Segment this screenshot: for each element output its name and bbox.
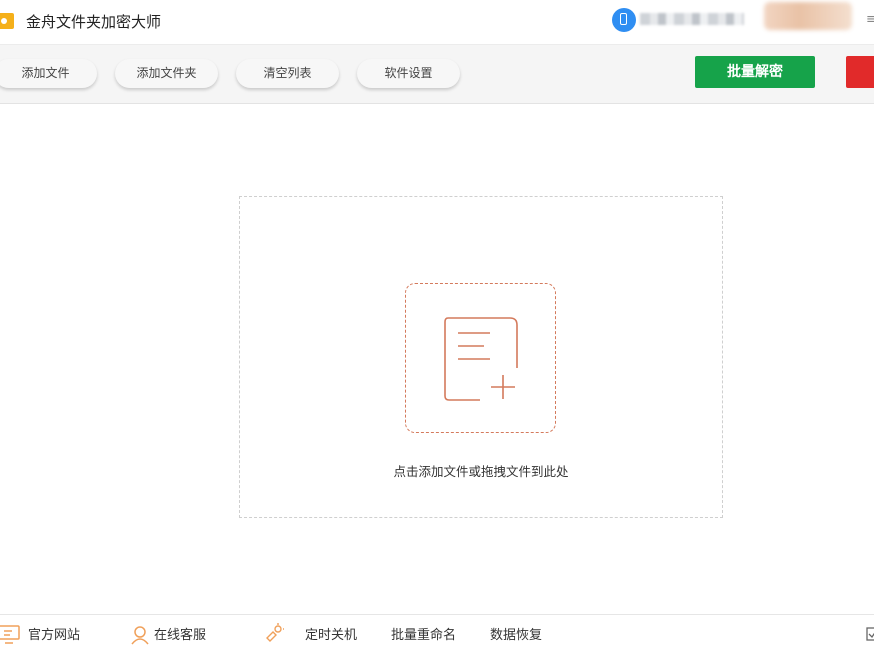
- phone-icon[interactable]: [612, 8, 636, 32]
- add-folder-button[interactable]: 添加文件夹: [115, 59, 218, 88]
- clock-icon: [266, 623, 284, 642]
- drop-hint-text: 点击添加文件或拖拽文件到此处: [393, 464, 569, 479]
- feedback-icon[interactable]: [866, 627, 874, 641]
- settings-button[interactable]: 软件设置: [357, 59, 460, 88]
- official-website-link[interactable]: 官方网站: [28, 627, 80, 645]
- add-file-button[interactable]: 添加文件: [0, 59, 97, 88]
- app-logo-icon: [0, 13, 14, 29]
- person-icon: [131, 626, 149, 645]
- menu-icon[interactable]: ≡: [866, 12, 874, 27]
- footer-bar: 官方网站 在线客服 定时关机 批量重命名 数据恢复: [0, 614, 874, 657]
- data-recovery-link[interactable]: 数据恢复: [490, 627, 542, 645]
- account-info-blurred: [640, 13, 744, 25]
- app-title: 金舟文件夹加密大师: [26, 13, 162, 31]
- batch-decrypt-button[interactable]: 批量解密: [695, 56, 815, 88]
- batch-rename-link[interactable]: 批量重命名: [391, 627, 456, 645]
- toolbar: 添加文件 添加文件夹 清空列表 软件设置 批量解密: [0, 45, 874, 104]
- user-avatar-blurred[interactable]: [764, 2, 852, 30]
- monitor-icon: [0, 625, 20, 644]
- batch-encrypt-button[interactable]: [846, 56, 874, 88]
- add-file-icon[interactable]: [444, 316, 520, 406]
- title-bar: 金舟文件夹加密大师 ≡: [0, 0, 874, 45]
- clear-list-button[interactable]: 清空列表: [236, 59, 339, 88]
- scheduled-shutdown-link[interactable]: 定时关机: [305, 627, 357, 645]
- online-support-link[interactable]: 在线客服: [154, 627, 206, 645]
